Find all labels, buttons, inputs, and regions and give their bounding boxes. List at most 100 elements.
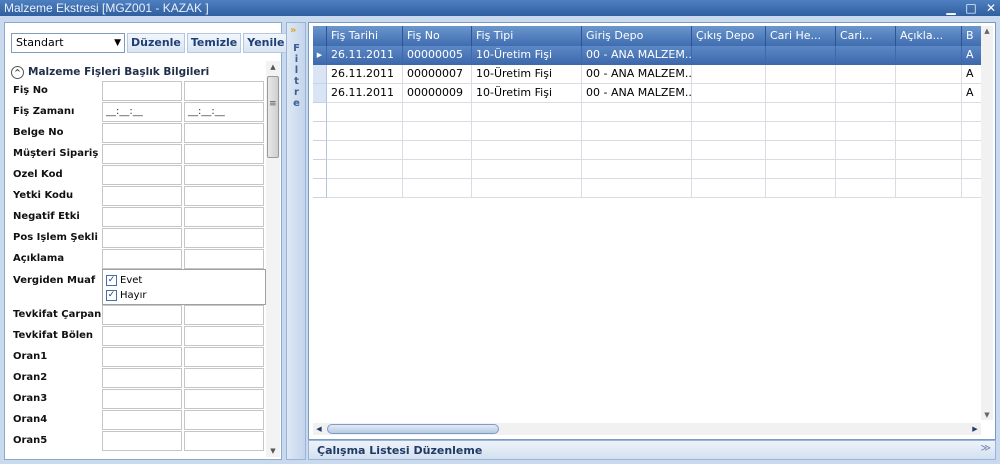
table-cell[interactable]: 26.11.2011 bbox=[327, 84, 403, 103]
table-row[interactable] bbox=[313, 141, 982, 160]
oran5-to-input[interactable] bbox=[184, 431, 264, 451]
column-header[interactable]: Giriş Depo bbox=[582, 26, 692, 46]
table-cell[interactable] bbox=[896, 160, 962, 179]
table-cell[interactable] bbox=[403, 160, 472, 179]
oran1-to-input[interactable] bbox=[184, 347, 264, 367]
table-row[interactable] bbox=[313, 122, 982, 141]
column-header[interactable]: B bbox=[962, 26, 982, 46]
row-indicator[interactable] bbox=[313, 103, 327, 122]
table-cell[interactable]: A bbox=[962, 46, 982, 65]
table-cell[interactable] bbox=[692, 103, 766, 122]
table-cell[interactable] bbox=[403, 103, 472, 122]
table-cell[interactable]: 26.11.2011 bbox=[327, 46, 403, 65]
row-indicator[interactable] bbox=[313, 141, 327, 160]
table-cell[interactable] bbox=[766, 141, 836, 160]
table-cell[interactable] bbox=[472, 103, 582, 122]
ozel-kod-to-input[interactable] bbox=[184, 165, 264, 185]
table-cell[interactable]: 00000009 bbox=[403, 84, 472, 103]
row-indicator[interactable] bbox=[313, 65, 327, 84]
table-cell[interactable] bbox=[766, 122, 836, 141]
table-cell[interactable] bbox=[836, 141, 896, 160]
table-cell[interactable] bbox=[896, 103, 962, 122]
ozel-kod-from-input[interactable] bbox=[102, 165, 182, 185]
table-cell[interactable] bbox=[836, 84, 896, 103]
scrollbar-thumb[interactable] bbox=[267, 76, 279, 158]
column-header[interactable]: Çıkış Depo bbox=[692, 26, 766, 46]
aciklama-from-input[interactable] bbox=[102, 249, 182, 269]
column-header[interactable]: Açıkla... bbox=[896, 26, 962, 46]
table-cell[interactable] bbox=[836, 179, 896, 198]
column-header[interactable]: Fiş Tarihi bbox=[327, 26, 403, 46]
belge-no-from-input[interactable] bbox=[102, 123, 182, 143]
column-header[interactable]: Cari... bbox=[836, 26, 896, 46]
table-cell[interactable] bbox=[582, 179, 692, 198]
table-cell[interactable] bbox=[836, 122, 896, 141]
pos-islem-sekli-from-input[interactable] bbox=[102, 228, 182, 248]
musteri-siparis-no-to-input[interactable] bbox=[184, 144, 264, 164]
table-cell[interactable] bbox=[403, 179, 472, 198]
table-cell[interactable] bbox=[962, 179, 982, 198]
negatif-etki-to-input[interactable] bbox=[184, 207, 264, 227]
table-cell[interactable] bbox=[766, 65, 836, 84]
table-cell[interactable] bbox=[836, 103, 896, 122]
row-indicator[interactable] bbox=[313, 160, 327, 179]
yetki-kodu-to-input[interactable] bbox=[184, 186, 264, 206]
checkbox-checked-icon[interactable]: ✓ bbox=[106, 274, 117, 286]
table-cell[interactable] bbox=[766, 103, 836, 122]
oran2-to-input[interactable] bbox=[184, 368, 264, 388]
table-cell[interactable] bbox=[472, 141, 582, 160]
table-row[interactable] bbox=[313, 179, 982, 198]
fis-zamani-to-input[interactable]: __:__:__ bbox=[184, 102, 264, 122]
table-cell[interactable] bbox=[692, 179, 766, 198]
table-cell[interactable] bbox=[962, 160, 982, 179]
table-cell[interactable] bbox=[896, 141, 962, 160]
table-cell[interactable] bbox=[327, 141, 403, 160]
collapse-icon[interactable]: ^ bbox=[11, 65, 24, 79]
table-cell[interactable] bbox=[896, 46, 962, 65]
table-cell[interactable] bbox=[327, 103, 403, 122]
row-indicator[interactable] bbox=[313, 84, 327, 103]
column-header[interactable]: Fiş Tipi bbox=[472, 26, 582, 46]
scrollbar-thumb[interactable] bbox=[327, 424, 499, 434]
oran1-from-input[interactable] bbox=[102, 347, 182, 367]
table-cell[interactable] bbox=[766, 84, 836, 103]
table-cell[interactable] bbox=[896, 84, 962, 103]
table-cell[interactable] bbox=[692, 141, 766, 160]
refresh-button[interactable]: Yenile bbox=[243, 33, 289, 53]
table-cell[interactable]: A bbox=[962, 65, 982, 84]
table-cell[interactable] bbox=[836, 160, 896, 179]
column-header[interactable]: Cari He... bbox=[766, 26, 836, 46]
table-cell[interactable]: A bbox=[962, 84, 982, 103]
musteri-siparis-no-from-input[interactable] bbox=[102, 144, 182, 164]
view-select[interactable]: Standart ▼ bbox=[11, 33, 125, 53]
oran2-from-input[interactable] bbox=[102, 368, 182, 388]
table-cell[interactable]: 00 - ANA MALZEM... bbox=[582, 84, 692, 103]
scroll-down-icon[interactable]: ▼ bbox=[981, 410, 993, 420]
table-cell[interactable] bbox=[327, 179, 403, 198]
row-indicator[interactable] bbox=[313, 179, 327, 198]
scroll-right-icon[interactable]: ▶ bbox=[969, 423, 981, 435]
filter-panel-scrollbar[interactable]: ▲ ≡ ▼ bbox=[266, 61, 280, 457]
scroll-up-icon[interactable]: ▲ bbox=[266, 61, 280, 73]
scroll-up-icon[interactable]: ▲ bbox=[981, 26, 993, 36]
table-cell[interactable] bbox=[766, 46, 836, 65]
tevkifat-carpan-from-input[interactable] bbox=[102, 305, 182, 325]
table-cell[interactable] bbox=[327, 160, 403, 179]
table-cell[interactable] bbox=[896, 179, 962, 198]
fis-no-to-input[interactable] bbox=[184, 81, 264, 101]
table-cell[interactable] bbox=[472, 122, 582, 141]
table-cell[interactable]: 00000005 bbox=[403, 46, 472, 65]
oran5-from-input[interactable] bbox=[102, 431, 182, 451]
table-cell[interactable] bbox=[766, 179, 836, 198]
table-cell[interactable] bbox=[403, 141, 472, 160]
table-cell[interactable] bbox=[472, 160, 582, 179]
table-cell[interactable] bbox=[962, 141, 982, 160]
negatif-etki-from-input[interactable] bbox=[102, 207, 182, 227]
table-cell[interactable] bbox=[582, 122, 692, 141]
table-cell[interactable] bbox=[692, 160, 766, 179]
fis-zamani-from-input[interactable]: __:__:__ bbox=[102, 102, 182, 122]
table-row[interactable]: 26.11.2011 00000009 10-Üretim Fişi 00 - ANA… bbox=[313, 84, 982, 103]
table-cell[interactable] bbox=[327, 122, 403, 141]
fis-no-from-input[interactable] bbox=[102, 81, 182, 101]
table-row[interactable]: 26.11.2011 00000007 10-Üretim Fişi 00 - ANA… bbox=[313, 65, 982, 84]
